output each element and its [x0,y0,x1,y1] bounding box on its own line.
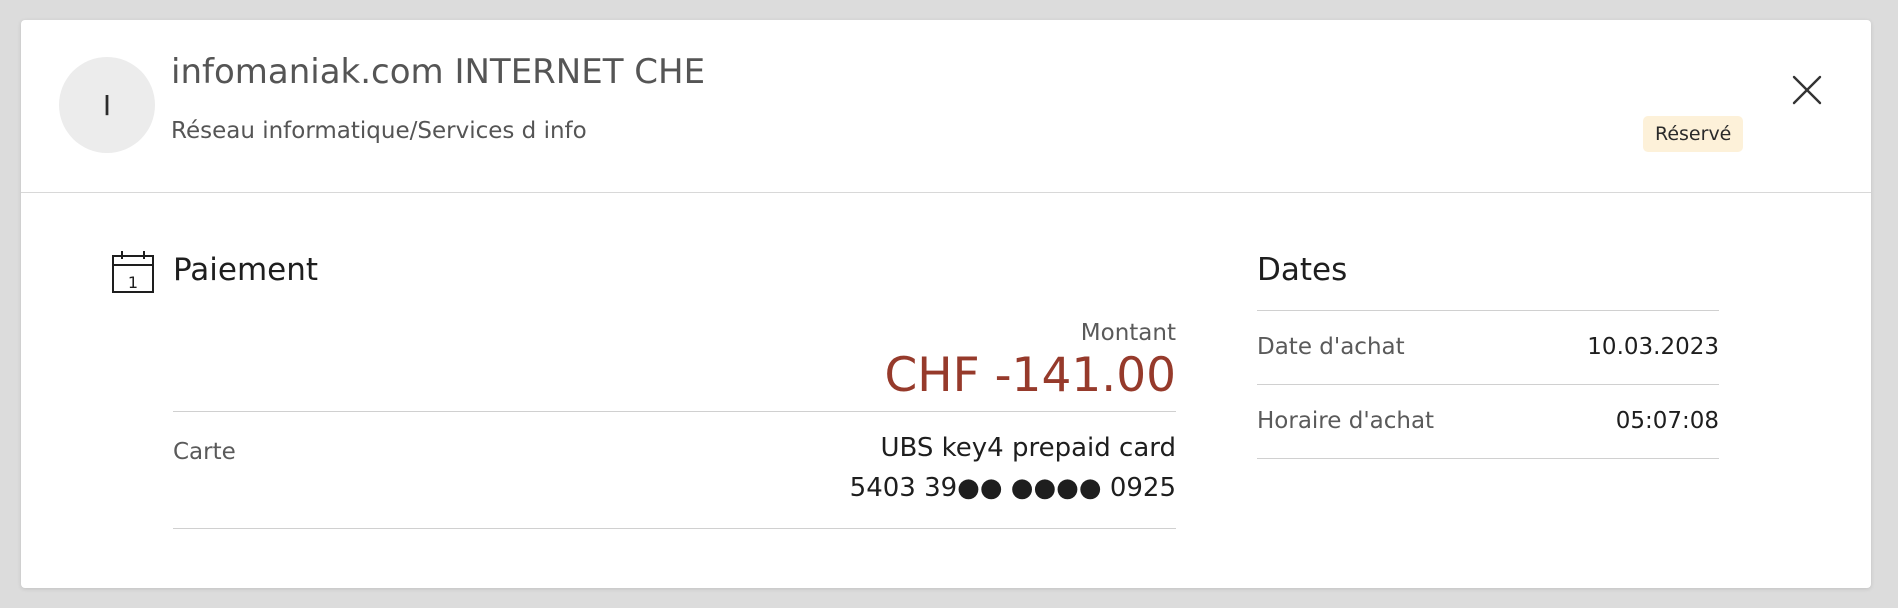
purchase-date-value: 10.03.2023 [1587,334,1719,360]
divider [1257,310,1719,311]
avatar-initial: I [102,88,112,122]
merchant-category: Réseau informatique/Services d info [171,118,587,144]
card-label: Carte [173,439,236,465]
purchase-date-label: Date d'achat [1257,334,1405,360]
divider [173,528,1176,529]
divider [1257,384,1719,385]
amount-label: Montant [1080,320,1176,346]
transaction-detail-panel: I infomaniak.com INTERNET CHE Réseau inf… [21,20,1871,588]
purchase-time-label: Horaire d'achat [1257,408,1435,434]
calendar-icon-day: 1 [128,273,138,292]
payment-section-title: Paiement [173,252,319,288]
card-name: UBS key4 prepaid card [880,433,1176,463]
dates-section-title: Dates [1257,252,1348,288]
card-number: 5403 39●● ●●●● 0925 [849,473,1176,503]
close-icon[interactable] [1789,72,1825,108]
merchant-name: infomaniak.com INTERNET CHE [171,52,706,92]
transaction-header: I infomaniak.com INTERNET CHE Réseau inf… [21,20,1871,193]
divider [173,411,1176,412]
amount-value: CHF -141.00 [884,348,1176,403]
status-badge: Réservé [1643,116,1744,152]
avatar: I [59,57,155,153]
divider [1257,458,1719,459]
purchase-time-value: 05:07:08 [1615,408,1719,434]
calendar-icon: 1 [111,250,155,294]
